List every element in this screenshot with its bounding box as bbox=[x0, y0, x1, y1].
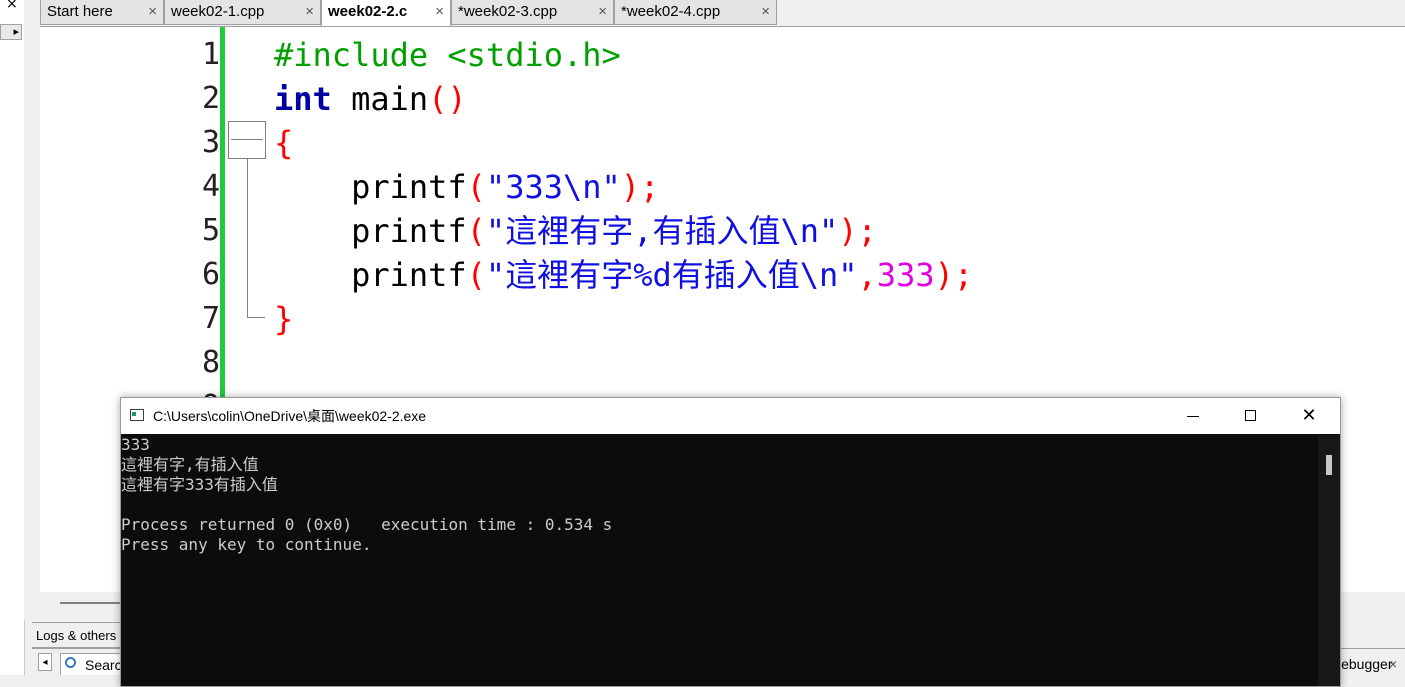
console-output: 333 這裡有字,有插入值 這裡有字333有插入值 Process return… bbox=[121, 435, 613, 554]
tab-label: Start here bbox=[47, 3, 113, 20]
maximize-button[interactable] bbox=[1222, 398, 1280, 434]
line-number: 5 bbox=[201, 213, 220, 248]
code-token: main bbox=[331, 80, 429, 118]
line-number: 1 bbox=[201, 37, 220, 72]
close-button[interactable]: ✕ bbox=[1280, 398, 1338, 434]
tab-label: week02-2.c bbox=[328, 3, 408, 20]
code-line[interactable]: printf("333\n"); bbox=[274, 165, 659, 209]
code-token: ); bbox=[838, 212, 877, 250]
code-line[interactable]: int main() bbox=[274, 77, 467, 121]
code-token: printf bbox=[274, 168, 467, 206]
code-token: printf bbox=[274, 212, 467, 250]
scroll-left-icon[interactable]: ◂ bbox=[38, 653, 52, 671]
console-title: C:\Users\colin\OneDrive\桌面\week02-2.exe bbox=[153, 408, 427, 424]
tab-label: *week02-4.cpp bbox=[621, 3, 721, 20]
close-icon[interactable]: × bbox=[6, 0, 18, 12]
code-token: ( bbox=[466, 256, 486, 294]
code-token: "333\n" bbox=[485, 168, 621, 206]
console-app-icon bbox=[130, 409, 144, 421]
code-line[interactable]: { bbox=[274, 121, 293, 165]
code-token: "這裡有字,有插入值\n" bbox=[485, 212, 839, 250]
line-number: 4 bbox=[201, 169, 220, 204]
close-icon[interactable]: × bbox=[435, 0, 444, 24]
close-icon[interactable]: × bbox=[148, 0, 157, 24]
code-token: } bbox=[274, 300, 294, 338]
code-token: ); bbox=[620, 168, 660, 206]
close-icon[interactable]: × bbox=[305, 0, 314, 24]
console-title-bar[interactable]: C:\Users\colin\OneDrive\桌面\week02-2.exe … bbox=[121, 398, 1340, 434]
console-scrollbar[interactable] bbox=[1318, 435, 1340, 686]
code-token: () bbox=[428, 80, 467, 118]
tab-label: week02-1.cpp bbox=[171, 3, 265, 20]
fold-collapse-icon[interactable] bbox=[228, 121, 266, 159]
management-panel-frame bbox=[24, 0, 41, 620]
tab-start-here[interactable]: Start here × bbox=[40, 0, 164, 25]
code-token: , bbox=[857, 256, 877, 294]
expand-arrow-icon[interactable]: ▸ bbox=[0, 24, 22, 40]
close-icon[interactable]: × bbox=[598, 0, 607, 24]
editor-tab-bar: Start here × week02-1.cpp × week02-2.c ×… bbox=[40, 0, 1405, 27]
close-icon[interactable]: × bbox=[1389, 653, 1397, 675]
line-number: 6 bbox=[201, 257, 220, 292]
code-line[interactable]: } bbox=[274, 297, 293, 341]
fold-end-marker bbox=[247, 317, 265, 318]
logs-panel-title: Logs & others bbox=[32, 622, 122, 648]
tab-week02-4[interactable]: *week02-4.cpp × bbox=[614, 0, 777, 25]
code-token: #include <stdio.h> bbox=[274, 36, 621, 74]
code-token: ( bbox=[466, 168, 486, 206]
code-token: "這裡有字%d有插入值\n" bbox=[485, 256, 858, 294]
code-token: ); bbox=[934, 256, 974, 294]
code-line[interactable]: #include <stdio.h> bbox=[274, 33, 621, 77]
code-line[interactable]: printf("這裡有字,有插入值\n"); bbox=[274, 209, 877, 253]
code-token: int bbox=[274, 80, 332, 118]
line-number: 2 bbox=[201, 81, 220, 116]
fold-line bbox=[247, 159, 248, 317]
line-number: 8 bbox=[201, 345, 220, 380]
code-token: ( bbox=[466, 212, 486, 250]
code-token: 333 bbox=[876, 256, 935, 294]
tab-week02-3[interactable]: *week02-3.cpp × bbox=[451, 0, 614, 25]
line-number: 7 bbox=[201, 301, 220, 336]
tab-label: *week02-3.cpp bbox=[458, 3, 558, 20]
close-icon[interactable]: × bbox=[761, 0, 770, 24]
tab-week02-1[interactable]: week02-1.cpp × bbox=[164, 0, 321, 25]
search-icon bbox=[65, 657, 76, 668]
console-window[interactable]: C:\Users\colin\OneDrive\桌面\week02-2.exe … bbox=[120, 397, 1341, 687]
left-panel-strip: × ▸ bbox=[0, 0, 25, 675]
line-number: 3 bbox=[201, 125, 220, 160]
minimize-button[interactable] bbox=[1164, 398, 1222, 434]
code-line[interactable]: printf("這裡有字%d有插入值\n",333); bbox=[274, 253, 973, 297]
tab-week02-2[interactable]: week02-2.c × bbox=[321, 0, 451, 26]
code-token: printf bbox=[274, 256, 467, 294]
code-token: { bbox=[274, 124, 294, 162]
